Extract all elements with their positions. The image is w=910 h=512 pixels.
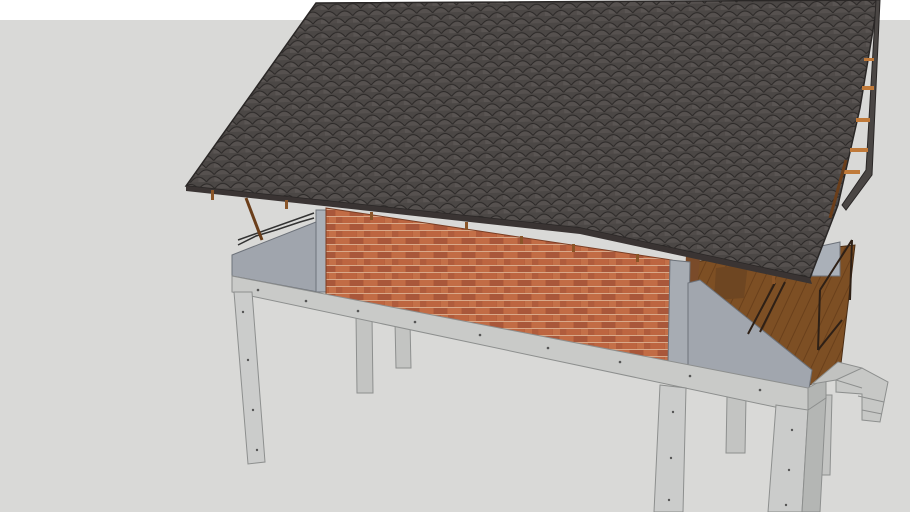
3d-viewport[interactable] (0, 0, 910, 512)
house-model (184, 0, 889, 512)
